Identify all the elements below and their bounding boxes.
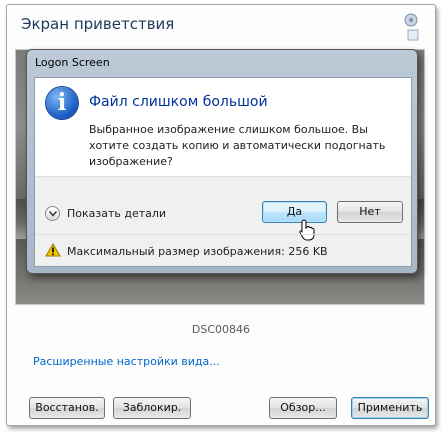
max-size-note: Максимальный размер изображения: 256 KB <box>67 245 328 258</box>
warning-icon <box>45 243 61 260</box>
dialog-title: Logon Screen <box>35 56 110 69</box>
browse-button[interactable]: Обзор... <box>269 397 337 419</box>
window-title: Экран приветствия <box>21 15 175 33</box>
apply-button[interactable]: Применить <box>351 397 429 419</box>
mouse-pointer-icon <box>299 219 315 244</box>
file-too-large-dialog: Logon Screen i Файл слишком большой Выбр… <box>26 49 418 274</box>
info-icon: i <box>46 87 78 119</box>
chevron-down-icon[interactable] <box>45 206 60 221</box>
yes-button[interactable]: Да <box>262 201 327 223</box>
restore-button[interactable]: Восстанов. <box>29 397 105 419</box>
settings-corner-icon[interactable] <box>399 10 425 44</box>
dialog-heading: Файл слишком большой <box>89 94 268 110</box>
show-details-toggle[interactable]: Показать детали <box>67 207 166 220</box>
advanced-settings-link[interactable]: Расширенные настройки вида... <box>33 355 220 368</box>
dialog-client-area: i Файл слишком большой Выбранное изображ… <box>34 77 412 267</box>
footer-divider <box>35 234 411 235</box>
lock-button[interactable]: Заблокир. <box>113 397 191 419</box>
no-button[interactable]: Нет <box>337 201 403 223</box>
dialog-button-area: Показать детали Да Нет Максимальный разм… <box>35 177 411 266</box>
photo-filename: DSC00846 <box>191 323 251 336</box>
dialog-message: Выбранное изображение слишком большое. В… <box>89 123 386 168</box>
